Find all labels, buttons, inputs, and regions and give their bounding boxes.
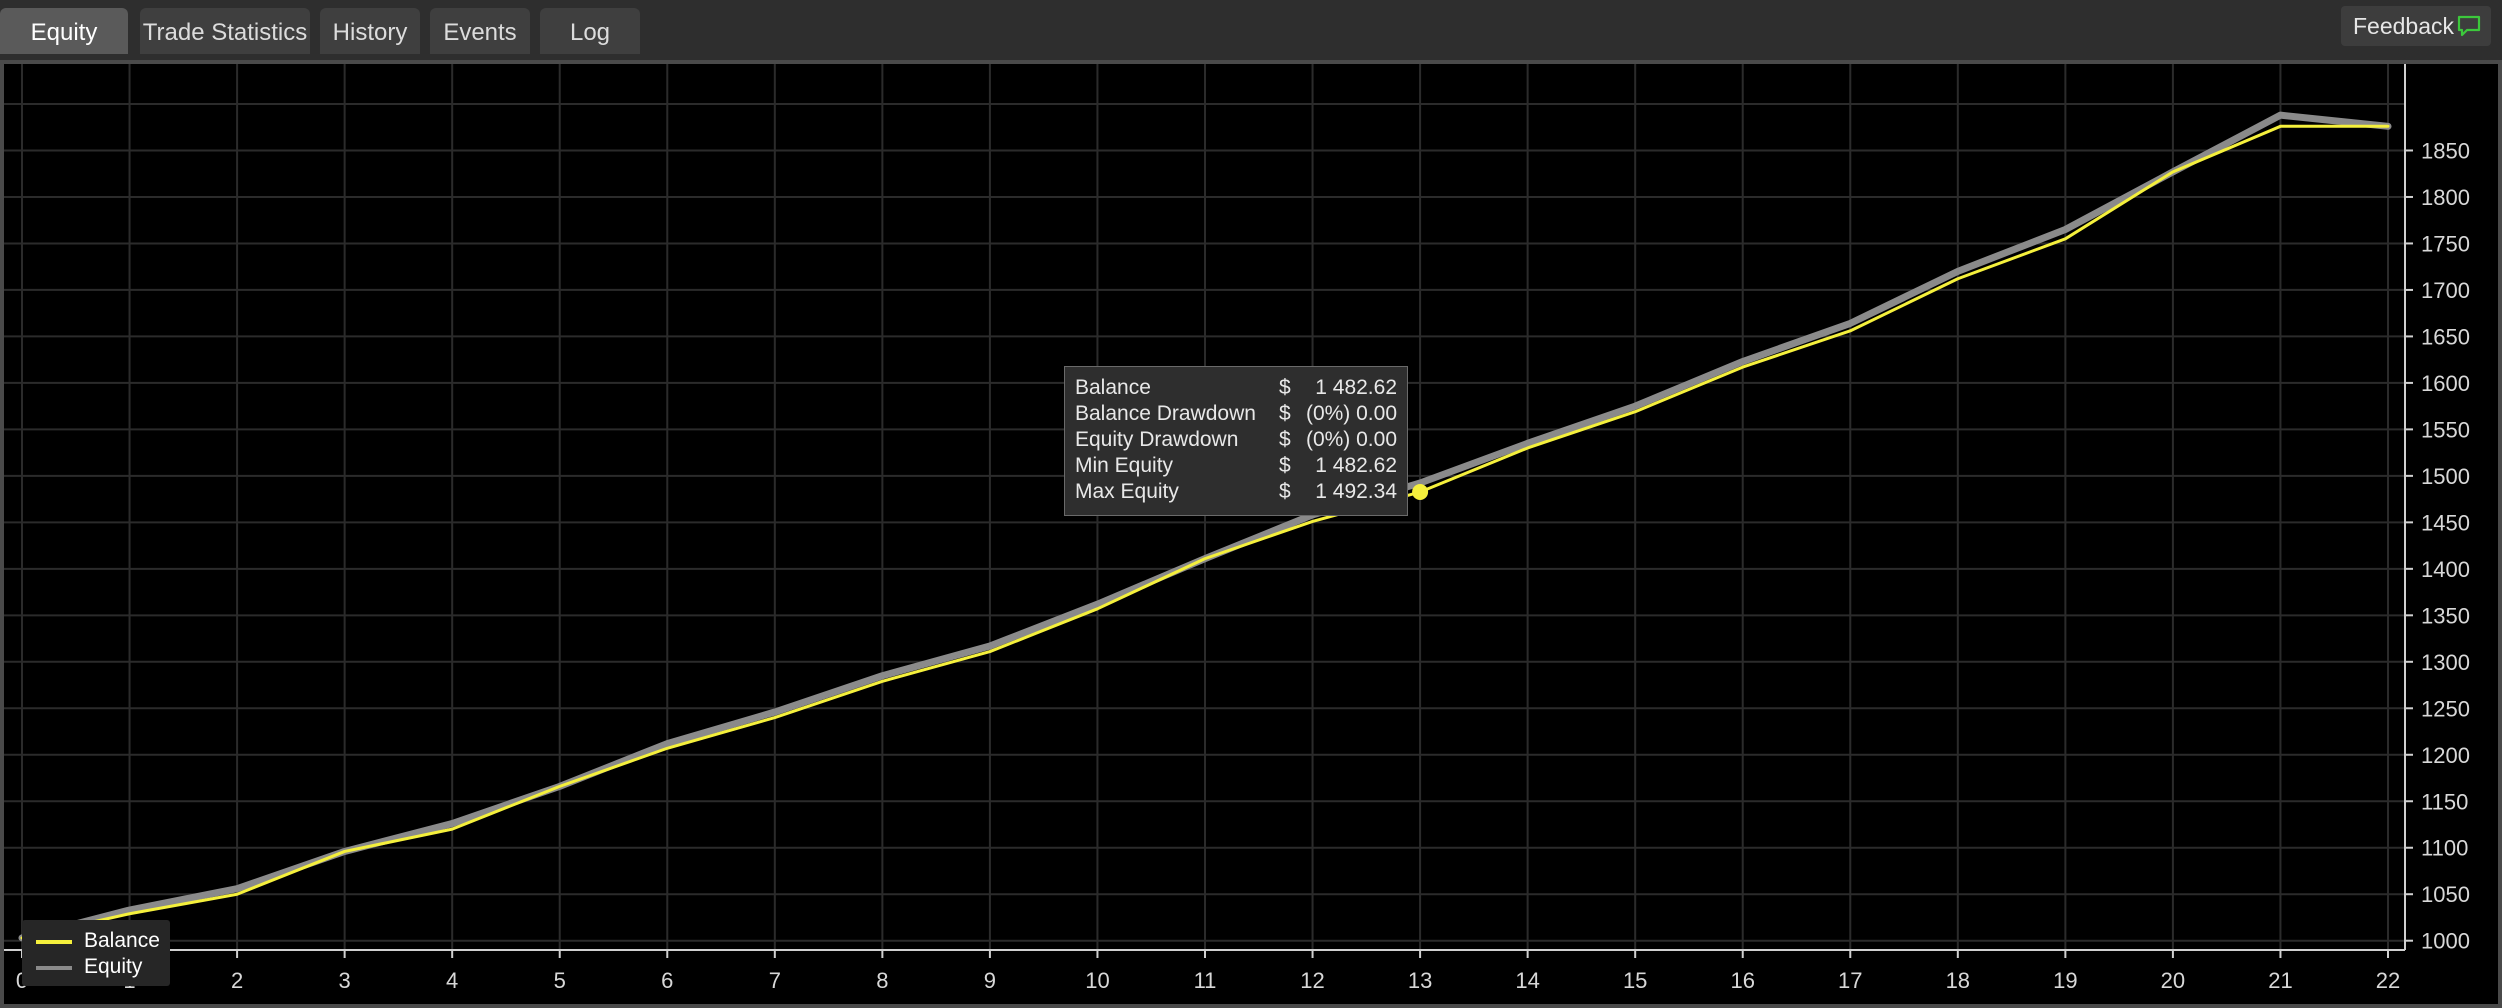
x-tick-label: 18 [1946, 968, 1970, 993]
speech-bubble-icon [2457, 15, 2481, 37]
tab-events[interactable]: Events [430, 8, 530, 54]
x-tick-label: 13 [1408, 968, 1432, 993]
y-tick-label: 1600 [2421, 371, 2470, 396]
tooltip-value: (0%) 0.00 [1305, 428, 1397, 451]
tooltip-label: Min Equity [1075, 454, 1174, 477]
y-tick-label: 1800 [2421, 185, 2470, 210]
y-tick-label: 1300 [2421, 650, 2470, 675]
tooltip-value: (0%) 0.00 [1305, 402, 1397, 425]
tab-bar: Equity Chart Trade Statistics History Ev… [0, 0, 2502, 96]
y-tick-label: 1050 [2421, 882, 2470, 907]
data-tooltip: Balance $ 1 482.62 Balance Drawdown $ (0… [1064, 366, 1408, 516]
x-tick-label: 21 [2268, 968, 2292, 993]
y-tick-label: 1150 [2421, 789, 2468, 814]
tooltip-label: Balance [1075, 376, 1151, 399]
x-tick-label: 6 [661, 968, 673, 993]
y-tick-label: 1250 [2421, 696, 2470, 721]
x-tick-label: 2 [231, 968, 243, 993]
tooltip-row: Balance Drawdown $ (0%) 0.00 [1075, 401, 1397, 427]
legend-swatch-equity [36, 966, 72, 970]
tooltip-currency: $ [1279, 480, 1291, 503]
legend-label: Equity [84, 955, 143, 978]
x-tick-label: 7 [769, 968, 781, 993]
x-tick-label: 8 [876, 968, 888, 993]
x-tick-label: 15 [1623, 968, 1647, 993]
tooltip-label: Equity Drawdown [1075, 428, 1239, 451]
y-tick-label: 1200 [2421, 743, 2470, 768]
plot-background [4, 64, 2498, 1004]
tooltip-currency: $ [1279, 428, 1291, 451]
y-tick-label: 1550 [2421, 417, 2470, 442]
tooltip-currency: $ [1279, 454, 1291, 477]
y-tick-label: 1450 [2421, 510, 2470, 535]
tab-history[interactable]: History [320, 8, 420, 54]
y-tick-label: 1700 [2421, 278, 2470, 303]
x-tick-label: 11 [1194, 968, 1217, 993]
y-tick-label: 1500 [2421, 464, 2470, 489]
tab-trade-statistics[interactable]: Trade Statistics [140, 8, 310, 54]
y-tick-label: 1850 [2421, 138, 2470, 163]
x-tick-label: 17 [1838, 968, 1862, 993]
tooltip-label: Max Equity [1075, 480, 1179, 503]
tooltip-row: Equity Drawdown $ (0%) 0.00 [1075, 427, 1397, 453]
tooltip-value: 1 492.34 [1315, 480, 1397, 503]
y-tick-label: 1750 [2421, 231, 2470, 256]
legend-swatch-balance [36, 940, 72, 944]
equity-chart-panel: 0123456789101112131415161718192021221000… [0, 60, 2502, 1008]
tooltip-label: Balance Drawdown [1075, 402, 1256, 425]
legend-label: Balance [84, 929, 160, 952]
x-tick-label: 19 [2053, 968, 2077, 993]
x-tick-label: 16 [1730, 968, 1754, 993]
y-tick-label: 1350 [2421, 603, 2470, 628]
chart-legend: Balance Equity [22, 920, 170, 986]
tooltip-row: Min Equity $ 1 482.62 [1075, 453, 1397, 479]
highlight-markers [1412, 484, 1429, 501]
tooltip-currency: $ [1279, 376, 1291, 399]
x-tick-label: 20 [2161, 968, 2185, 993]
x-tick-label: 22 [2376, 968, 2400, 993]
strategy-tester-window: Equity Chart Trade Statistics History Ev… [0, 0, 2502, 1008]
x-tick-label: 5 [554, 968, 566, 993]
tooltip-row: Max Equity $ 1 492.34 [1075, 479, 1397, 505]
x-tick-label: 4 [446, 968, 458, 993]
x-tick-label: 12 [1300, 968, 1324, 993]
x-tick-label: 9 [984, 968, 996, 993]
tooltip-currency: $ [1279, 402, 1291, 425]
y-tick-label: 1100 [2421, 836, 2468, 861]
tab-equity-chart[interactable]: Equity Chart [0, 8, 128, 96]
tooltip-row: Balance $ 1 482.62 [1075, 375, 1397, 401]
tooltip-value: 1 482.62 [1315, 454, 1397, 477]
equity-chart[interactable]: 0123456789101112131415161718192021221000… [0, 60, 2502, 1008]
x-tick-label: 14 [1515, 968, 1539, 993]
tooltip-value: 1 482.62 [1315, 376, 1397, 399]
tab-log[interactable]: Log [540, 8, 640, 54]
y-tick-label: 1400 [2421, 557, 2470, 582]
y-tick-label: 1000 [2421, 929, 2470, 954]
x-tick-label: 3 [339, 968, 351, 993]
feedback-button[interactable]: Feedback [2341, 6, 2491, 46]
highlight-point [1412, 484, 1429, 501]
feedback-label: Feedback [2353, 13, 2455, 39]
y-tick-label: 1650 [2421, 324, 2470, 349]
x-tick-label: 10 [1085, 968, 1109, 993]
